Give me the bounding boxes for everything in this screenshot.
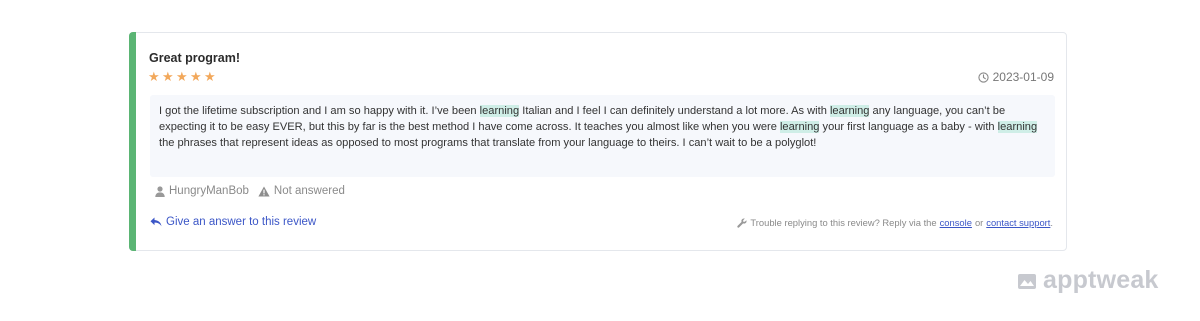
review-meta: HungryManBob Not answered: [155, 185, 354, 197]
star-icon: ★: [190, 69, 202, 84]
review-body: I got the lifetime subscription and I am…: [150, 95, 1055, 177]
review-date: 2023-01-09: [977, 70, 1054, 84]
star-icon: ★: [162, 69, 174, 84]
give-answer-button[interactable]: Give an answer to this review: [150, 216, 316, 228]
trouble-text: Trouble replying to this review? Reply v…: [750, 217, 937, 228]
star-icon: ★: [204, 69, 216, 84]
apptweak-logo: apptweak: [1017, 266, 1159, 295]
give-answer-label[interactable]: Give an answer to this review: [166, 216, 316, 228]
keyword-highlight: learning: [997, 121, 1038, 133]
console-link[interactable]: console: [940, 217, 972, 228]
review-text-segment: the phrases that represent ideas as oppo…: [159, 137, 817, 149]
keyword-highlight: learning: [779, 121, 820, 133]
author-name: HungryManBob: [169, 185, 249, 197]
answer-status-text: Not answered: [273, 185, 345, 197]
clock-icon: [977, 71, 989, 83]
review-text-segment: I got the lifetime subscription and I am…: [159, 105, 480, 117]
review-title: Great program!: [149, 51, 240, 65]
star-icon: ★: [148, 69, 160, 84]
review-card: Great program! ★ ★ ★ ★ ★ 2023-01-09 I got th…: [129, 32, 1067, 251]
review-accent-bar: [129, 32, 136, 251]
review-text-segment: Italian and I feel I can definitely unde…: [519, 105, 830, 117]
contact-support-link[interactable]: contact support: [986, 217, 1050, 228]
or-text: or: [974, 217, 984, 228]
wrench-icon: [737, 217, 747, 228]
keyword-highlight: learning: [829, 105, 870, 117]
trailing-period: .: [1050, 217, 1053, 228]
reply-icon: [150, 217, 162, 227]
star-icon: ★: [176, 69, 188, 84]
review-date-text: 2023-01-09: [992, 70, 1054, 84]
trouble-replying-note: Trouble replying to this review? Reply v…: [737, 217, 1053, 228]
logo-text: apptweak: [1043, 266, 1159, 294]
review-text-segment: your first language as a baby - with: [819, 121, 998, 133]
user-icon: [155, 185, 165, 197]
keyword-highlight: learning: [479, 105, 520, 117]
answer-status: Not answered: [258, 185, 345, 197]
star-rating: ★ ★ ★ ★ ★: [148, 70, 217, 83]
apptweak-logo-icon: [1018, 273, 1036, 289]
review-author: HungryManBob: [155, 185, 249, 197]
warning-icon: [258, 186, 270, 196]
